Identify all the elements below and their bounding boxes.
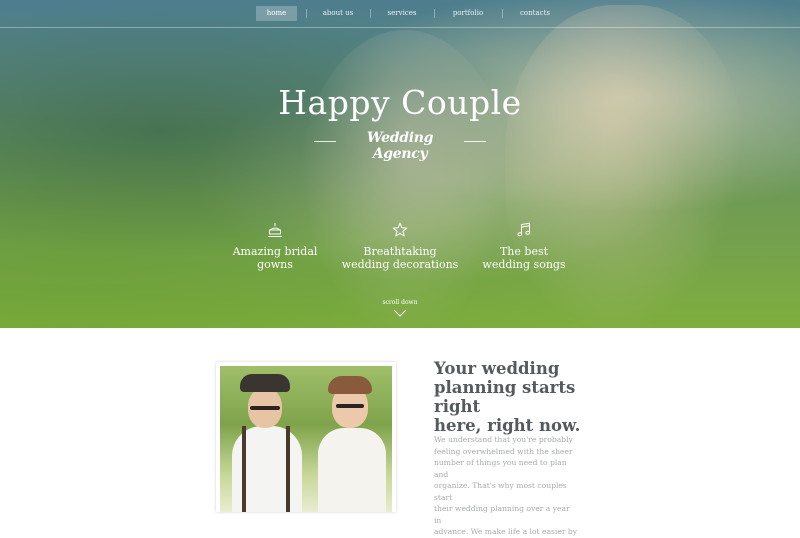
- bride-mustache-prop: [336, 404, 364, 408]
- body-line: advance. We make life a lot easier by: [434, 527, 578, 536]
- body-line: We understand that you're probably: [434, 435, 573, 444]
- nav-divider: [370, 9, 371, 18]
- intro-headline: Your wedding planning starts right here,…: [434, 359, 604, 435]
- nav-item-services[interactable]: services: [382, 6, 422, 21]
- feature-bridal-gowns: Amazing bridal gowns: [205, 222, 345, 271]
- nav-divider: [434, 9, 435, 18]
- body-line: feeling overwhelmed with the sheer: [434, 446, 573, 456]
- nav-divider: [306, 9, 307, 18]
- hero-title: Happy Couple: [278, 83, 522, 122]
- chevron-down-icon[interactable]: [393, 309, 407, 317]
- feature-wedding-decorations: Breathtaking wedding decorations: [330, 222, 470, 271]
- music-note-icon: [517, 222, 531, 237]
- bride-dress: [318, 428, 386, 512]
- nav-divider: [502, 9, 503, 18]
- body-line: number of things you need to plan and: [434, 458, 567, 479]
- star-icon: [392, 222, 408, 237]
- bride-hair: [328, 376, 372, 394]
- cake-icon: [268, 223, 282, 237]
- hero-photo-bride: [300, 30, 510, 328]
- groom-hat: [240, 374, 290, 392]
- nav-item-contacts[interactable]: contacts: [514, 6, 556, 21]
- feature-label-line1: Breathtaking: [363, 245, 437, 258]
- scroll-down-label: scroll down: [382, 299, 418, 306]
- feature-label-line1: Amazing bridal: [232, 245, 318, 258]
- intro-body-text: We understand that you're probably feeli…: [434, 434, 579, 538]
- scroll-down-link[interactable]: scroll down: [350, 299, 450, 317]
- nav-item-about-us[interactable]: about us: [318, 6, 358, 21]
- feature-label-line2: gowns: [257, 258, 293, 271]
- nav-item-portfolio[interactable]: portfolio: [446, 6, 490, 21]
- couple-photo: [220, 366, 392, 512]
- hero-banner: home about us services portfolio contact…: [0, 0, 800, 328]
- headline-line: here, right now.: [434, 416, 581, 435]
- hero-subtitle-row: Wedding Agency: [0, 130, 800, 162]
- feature-label-line1: The best: [499, 245, 549, 258]
- subtitle-divider-right: [464, 141, 486, 142]
- subtitle-divider-left: [314, 141, 336, 142]
- groom-mustache-prop: [250, 406, 280, 410]
- nav-item-home[interactable]: home: [256, 6, 297, 21]
- headline-line: planning starts right: [434, 378, 576, 416]
- feature-label-line2: wedding decorations: [341, 258, 459, 271]
- hero-photo-groom: [505, 5, 745, 328]
- body-line: their wedding planning over a year in: [434, 504, 570, 525]
- couple-photo-frame: [216, 362, 396, 512]
- hero-subtitle: Wedding Agency: [366, 130, 434, 162]
- groom-suspender: [242, 426, 246, 512]
- top-navigation: home about us services portfolio contact…: [0, 0, 800, 28]
- groom-suspender: [286, 426, 290, 512]
- feature-wedding-songs: The best wedding songs: [454, 222, 594, 271]
- headline-line: Your wedding: [434, 359, 560, 378]
- feature-label-line2: wedding songs: [482, 258, 566, 271]
